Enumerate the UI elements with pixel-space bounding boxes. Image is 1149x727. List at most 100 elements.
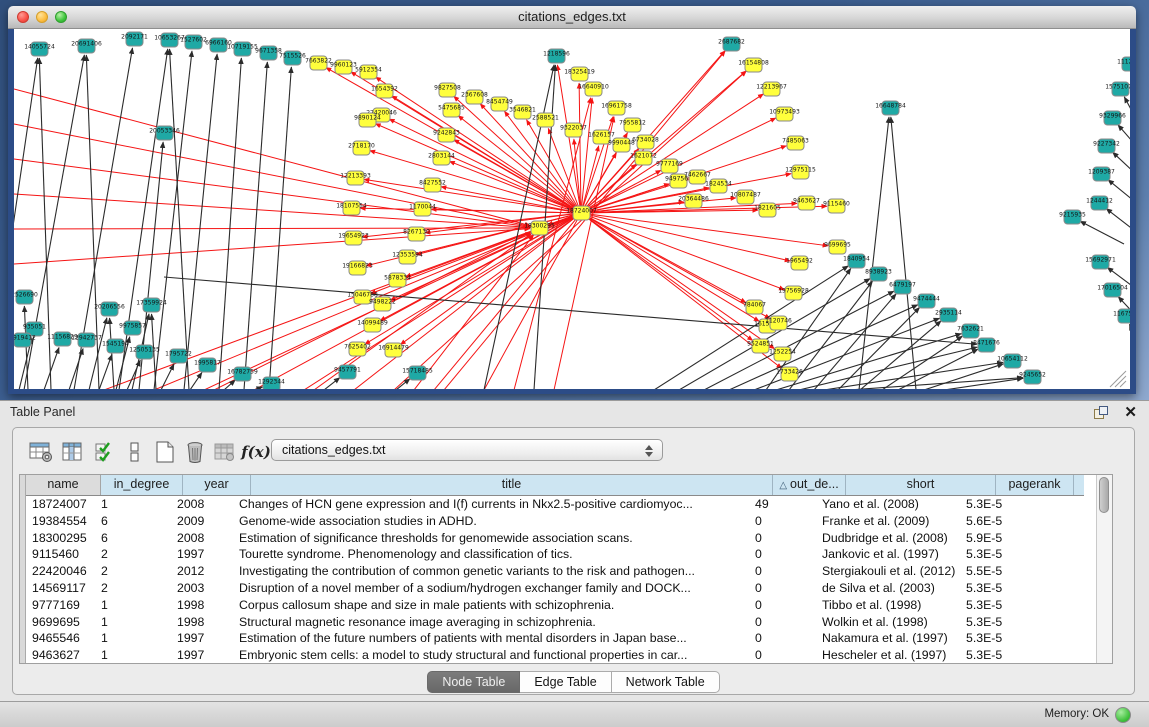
graph-node-label: 8267130 bbox=[403, 229, 430, 236]
table-cell: 1998 bbox=[171, 614, 233, 631]
graph-node-label: 18724007 bbox=[566, 208, 597, 215]
graph-node-label: 7485063 bbox=[782, 138, 809, 145]
graph-edge bbox=[679, 279, 870, 389]
table-cell: 2003 bbox=[171, 580, 233, 597]
table-cell: 1997 bbox=[171, 630, 233, 647]
network-window-titlebar[interactable]: citations_edges.txt bbox=[8, 6, 1136, 29]
table-cell: 1 bbox=[95, 597, 171, 614]
column-header-pagerank[interactable]: pagerank bbox=[996, 475, 1074, 495]
column-header-title[interactable]: title bbox=[251, 475, 773, 495]
column-header-short[interactable]: short bbox=[846, 475, 996, 495]
table-row[interactable]: 977716911998Corpus callosum shape and si… bbox=[26, 597, 1084, 614]
tab-edge-table[interactable]: Edge Table bbox=[520, 671, 611, 693]
table-cell: 5.9E-5 bbox=[960, 530, 1032, 547]
graph-node-label: 9498222 bbox=[369, 299, 396, 306]
graph-node-label: 5912354 bbox=[355, 67, 382, 74]
graph-node-label: 1621072 bbox=[630, 153, 657, 160]
float-panel-icon[interactable] bbox=[1094, 406, 1109, 420]
graph-node-label: 10719155 bbox=[227, 44, 258, 51]
graph-edge bbox=[14, 229, 530, 264]
graph-node-label: 17016504 bbox=[1097, 285, 1128, 292]
table-row[interactable]: 2242004622012Investigating the contribut… bbox=[26, 563, 1084, 580]
graph-node-label: 2367608 bbox=[461, 92, 488, 99]
graph-node-label: 9457791 bbox=[334, 367, 361, 374]
table-cell: 9463627 bbox=[26, 647, 95, 664]
table-cell: 0 bbox=[749, 630, 816, 647]
select-visible-columns-icon[interactable] bbox=[91, 438, 119, 466]
column-header-name[interactable]: name bbox=[26, 475, 101, 495]
memory-status-indicator[interactable] bbox=[1115, 707, 1131, 723]
column-header-out_de[interactable]: △out_de... bbox=[773, 475, 846, 495]
graph-node-label: 6479197 bbox=[889, 282, 916, 289]
graph-node-label: 19654923 bbox=[338, 233, 369, 240]
node-table-settings-icon[interactable] bbox=[27, 438, 55, 466]
function-builder-icon[interactable]: f(x) bbox=[239, 438, 273, 466]
scrollbar-thumb[interactable] bbox=[1099, 477, 1109, 513]
table-grid: namein_degreeyeartitle△out_de...shortpag… bbox=[26, 475, 1084, 664]
minimize-button[interactable] bbox=[36, 11, 48, 23]
table-cell: 1997 bbox=[171, 647, 233, 664]
graph-node-label: 9990448 bbox=[608, 140, 635, 147]
table-row[interactable]: 1830029562008Estimation of significance … bbox=[26, 530, 1084, 547]
row-height-icon[interactable] bbox=[121, 438, 149, 466]
import-table-icon[interactable] bbox=[211, 438, 239, 466]
create-column-icon[interactable] bbox=[151, 438, 179, 466]
sort-ascending-icon: △ bbox=[779, 480, 787, 491]
table-row[interactable]: 911546021997Tourette syndrome. Phenomeno… bbox=[26, 546, 1084, 563]
table-row[interactable]: 1872400712008Changes of HCN gene express… bbox=[26, 496, 1084, 513]
graph-node-label: 1840954 bbox=[843, 256, 870, 263]
tab-network-table[interactable]: Network Table bbox=[612, 671, 720, 693]
table-scrollbar[interactable] bbox=[1096, 475, 1112, 663]
network-canvas[interactable]: 1872400714055724206914062092171106532671… bbox=[14, 29, 1130, 389]
graph-node-label: 2526690 bbox=[14, 292, 38, 299]
table-cell: de Silva et al. (2003) bbox=[816, 580, 960, 597]
graph-node-label: 1244412 bbox=[1086, 198, 1113, 205]
table-row[interactable]: 1456911722003Disruption of a novel membe… bbox=[26, 580, 1084, 597]
graph-edge bbox=[581, 213, 785, 290]
maximize-button[interactable] bbox=[55, 11, 67, 23]
table-cell: 9465546 bbox=[26, 630, 95, 647]
table-cell: 22420046 bbox=[26, 563, 95, 580]
column-header-year[interactable]: year bbox=[183, 475, 251, 495]
graph-node-label: 15692971 bbox=[1085, 257, 1116, 264]
table-cell: Tibbo et al. (1998) bbox=[816, 597, 960, 614]
graph-edge bbox=[776, 334, 961, 389]
table-cell: Structural magnetic resonance image aver… bbox=[233, 614, 749, 631]
table-row[interactable]: 969969511998Structural magnetic resonanc… bbox=[26, 614, 1084, 631]
graph-node-label: 14099489 bbox=[357, 320, 388, 327]
delete-column-icon[interactable] bbox=[181, 438, 209, 466]
graph-node-label: 12942737 bbox=[71, 335, 102, 342]
table-cell: 9115460 bbox=[26, 546, 95, 563]
table-select-dropdown[interactable]: citations_edges.txt bbox=[271, 439, 663, 461]
close-button[interactable] bbox=[17, 11, 29, 23]
table-cell: 1 bbox=[95, 630, 171, 647]
status-bar: Memory: OK bbox=[0, 701, 1149, 727]
graph-node-label: 18300295 bbox=[524, 223, 555, 230]
graph-edge bbox=[324, 378, 340, 389]
graph-edge bbox=[581, 213, 770, 319]
close-panel-icon[interactable]: ✕ bbox=[1124, 403, 1137, 421]
graph-node-label: 6734028 bbox=[632, 137, 659, 144]
table-cell: 9777169 bbox=[26, 597, 95, 614]
graph-node-label: 7462667 bbox=[684, 172, 711, 179]
resize-grip-icon[interactable] bbox=[1115, 376, 1126, 387]
graph-edge bbox=[99, 354, 112, 389]
show-columns-icon[interactable] bbox=[59, 438, 87, 466]
table-cell: 5.3E-5 bbox=[960, 597, 1032, 614]
graph-node-label: 1167534 bbox=[1113, 311, 1130, 318]
column-header-in_degree[interactable]: in_degree bbox=[101, 475, 183, 495]
resize-grip-icon[interactable] bbox=[1120, 381, 1126, 387]
table-row[interactable]: 946362711997Embryonic stem cells: a mode… bbox=[26, 647, 1084, 664]
table-cell: Disruption of a novel member of a sodium… bbox=[233, 580, 749, 597]
tab-node-table[interactable]: Node Table bbox=[427, 671, 520, 693]
table-cell: Stergiakouli et al. (2012) bbox=[816, 563, 960, 580]
table-cell: 0 bbox=[749, 580, 816, 597]
table-cell: Embryonic stem cells: a model to study s… bbox=[233, 647, 749, 664]
table-row[interactable]: 946554611997Estimation of the future num… bbox=[26, 630, 1084, 647]
graph-node-label: 784067 bbox=[743, 302, 766, 309]
table-row[interactable]: 1938455462009Genome-wide association stu… bbox=[26, 513, 1084, 530]
graph-edge bbox=[184, 54, 217, 389]
selected-table-name: citations_edges.txt bbox=[282, 443, 386, 457]
table-cell: 0 bbox=[749, 597, 816, 614]
graph-node-label: 8938923 bbox=[865, 269, 892, 276]
